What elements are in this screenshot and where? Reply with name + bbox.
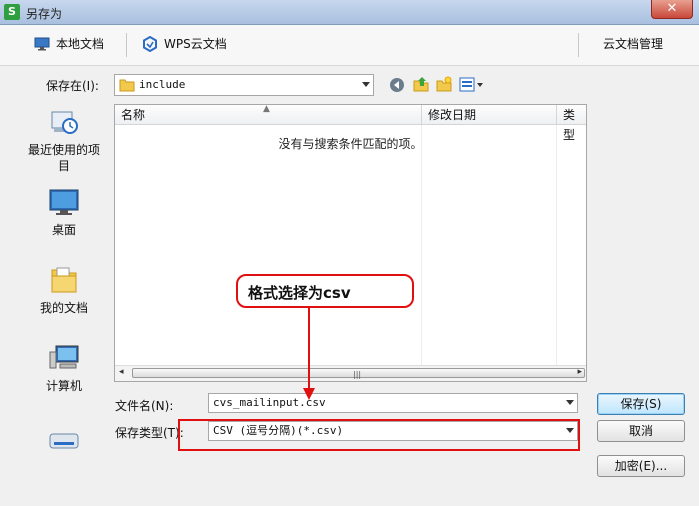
- filetype-label: 保存类型(T):: [115, 426, 184, 440]
- location-tabs-bar: 本地文档 WPS云文档 云文档管理: [0, 25, 699, 66]
- scroll-right-icon[interactable]: ▸: [577, 367, 582, 377]
- tab-local-docs-label: 本地文档: [56, 37, 105, 51]
- recent-items-icon: [48, 106, 80, 138]
- tab-local-docs[interactable]: 本地文档: [34, 35, 104, 52]
- view-menu-icon[interactable]: [459, 77, 485, 93]
- desktop-icon: [48, 186, 80, 218]
- grip-icon: |||: [353, 370, 362, 379]
- place-recent-label: 最近使用的项目: [27, 143, 100, 173]
- cloud-manage-link[interactable]: 云文档管理: [603, 35, 663, 52]
- place-computer-label: 计算机: [45, 379, 82, 393]
- cloud-manage-label: 云文档管理: [603, 37, 664, 51]
- folder-icon: [119, 79, 135, 92]
- up-folder-icon[interactable]: [413, 76, 429, 92]
- horizontal-scrollbar[interactable]: ◂ ||| ▸: [115, 365, 586, 381]
- annotation-arrow-line: [308, 308, 310, 392]
- filename-input[interactable]: cvs_mailinput.csv: [208, 393, 578, 413]
- place-drive[interactable]: [24, 428, 104, 464]
- save-in-label: 保存在(I):: [46, 79, 99, 93]
- column-divider: [556, 125, 557, 365]
- window-title: 另存为: [26, 7, 63, 21]
- tab-separator: [126, 33, 127, 57]
- title-bar: S 另存为 ✕: [0, 0, 699, 25]
- wps-cloud-icon: [143, 35, 157, 52]
- scrollbar-thumb[interactable]: |||: [132, 368, 585, 379]
- cancel-button[interactable]: 取消: [597, 420, 685, 442]
- tab-wps-cloud[interactable]: WPS云文档: [142, 35, 227, 52]
- save-in-value: include: [139, 78, 186, 91]
- empty-list-message: 没有与搜索条件匹配的项。: [278, 137, 423, 151]
- tab-separator: [578, 33, 579, 57]
- chevron-down-icon[interactable]: [566, 400, 574, 405]
- sort-ascending-icon: ▲: [263, 104, 270, 114]
- encrypt-button[interactable]: 加密(E)...: [597, 455, 685, 477]
- place-desktop-label: 桌面: [51, 223, 76, 237]
- column-divider: [421, 125, 422, 365]
- place-my-documents-label: 我的文档: [39, 301, 88, 315]
- annotation-callout: 格式选择为csv: [236, 274, 414, 308]
- hard-drive-icon: [48, 428, 80, 460]
- column-header-name[interactable]: 名称 ▲: [115, 104, 422, 125]
- scroll-left-icon[interactable]: ◂: [119, 367, 124, 377]
- column-header-type[interactable]: 类型: [556, 105, 586, 142]
- documents-folder-icon: [48, 264, 80, 296]
- annotation-arrow-head: [303, 388, 315, 400]
- places-bar: 最近使用的项目 桌面 我的文档 计算机: [24, 100, 104, 460]
- back-arrow-icon[interactable]: [389, 77, 405, 93]
- computer-icon: [48, 342, 80, 374]
- annotation-highlight-box: [178, 419, 580, 451]
- column-header-date[interactable]: 修改日期: [421, 105, 557, 125]
- save-button[interactable]: 保存(S): [597, 393, 685, 415]
- new-folder-icon[interactable]: [436, 76, 452, 92]
- place-recent[interactable]: 最近使用的项目: [24, 106, 104, 174]
- monitor-icon: [34, 37, 50, 50]
- place-computer[interactable]: 计算机: [24, 342, 104, 394]
- close-button[interactable]: ✕: [651, 0, 693, 19]
- place-desktop[interactable]: 桌面: [24, 186, 104, 238]
- chevron-down-icon: [362, 82, 370, 87]
- filename-label: 文件名(N):: [115, 399, 174, 413]
- save-in-dropdown[interactable]: include: [114, 74, 374, 96]
- tab-wps-cloud-label: WPS云文档: [164, 37, 227, 51]
- wps-app-icon: S: [4, 4, 20, 20]
- file-list[interactable]: 名称 ▲ 修改日期 类型 没有与搜索条件匹配的项。 ◂ ||| ▸: [114, 104, 587, 382]
- place-my-documents[interactable]: 我的文档: [24, 264, 104, 316]
